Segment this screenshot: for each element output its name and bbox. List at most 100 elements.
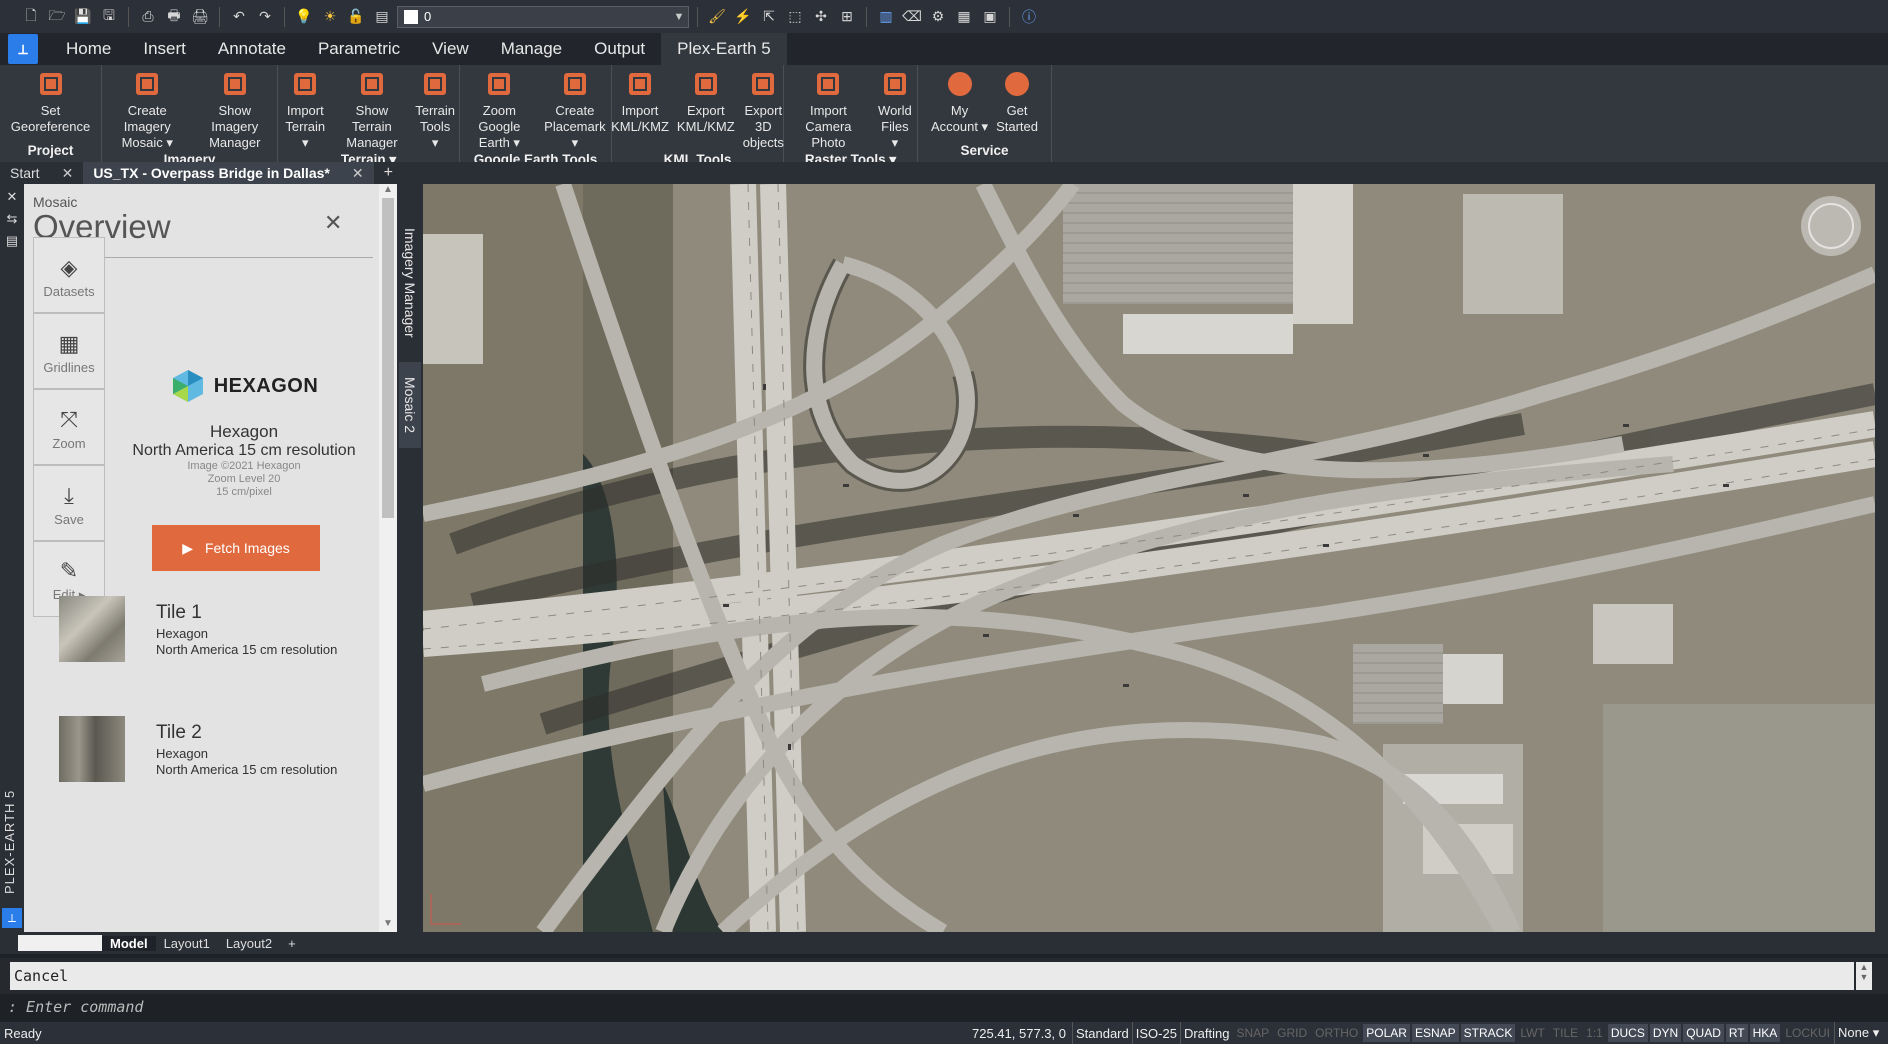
tab-annotate[interactable]: Annotate xyxy=(202,33,302,65)
status-toggle-ducs[interactable]: DUCS xyxy=(1607,1024,1648,1042)
status-toggle-tile[interactable]: TILE xyxy=(1550,1024,1581,1042)
ribbon-button[interactable]: Set Georeference xyxy=(7,69,95,142)
settings-icon[interactable]: ⚙ xyxy=(927,6,949,28)
panel-close-button[interactable]: ✕ xyxy=(324,210,342,236)
tab-model[interactable]: Model xyxy=(102,935,156,951)
tab-active-drawing[interactable]: US_TX - Overpass Bridge in Dallas* ✕ xyxy=(83,162,374,184)
ribbon-button[interactable]: Show Imagery Manager xyxy=(193,69,278,151)
status-toggle-strack[interactable]: STRACK xyxy=(1460,1024,1516,1042)
layer-dropdown[interactable]: 0 ▼ xyxy=(397,5,689,28)
save-as-icon[interactable]: 🖫 xyxy=(98,6,120,28)
open-file-icon[interactable]: 🗁 xyxy=(46,6,68,28)
tab-view[interactable]: View xyxy=(416,33,485,65)
ribbon-button[interactable]: Import Camera Photo xyxy=(784,69,873,151)
status-toggle-11[interactable]: 1:1 xyxy=(1583,1024,1606,1042)
status-dim-style[interactable]: ISO-25 xyxy=(1131,1022,1180,1044)
properties-icon[interactable]: ▤ xyxy=(2,232,22,250)
plot-icon[interactable]: 🖨 xyxy=(189,6,211,28)
autohide-icon[interactable]: ⇆ xyxy=(2,210,22,228)
drawing-canvas-aerial-image[interactable] xyxy=(423,184,1875,932)
tab-parametric[interactable]: Parametric xyxy=(302,33,416,65)
tab-output[interactable]: Output xyxy=(578,33,661,65)
bulb-icon[interactable]: 💡 xyxy=(293,6,315,28)
status-text-style[interactable]: Standard xyxy=(1071,1022,1132,1044)
lock-layer-icon[interactable]: 🔓 xyxy=(345,6,367,28)
quick-select-icon[interactable]: ⬚ xyxy=(784,6,806,28)
close-icon[interactable]: ✕ xyxy=(62,165,74,182)
tool-datasets[interactable]: ◈ Datasets xyxy=(33,237,105,313)
ribbon-button[interactable]: Zoom Google Earth ▾ xyxy=(460,69,539,151)
plex-earth-logo-icon[interactable]: ⟂ xyxy=(2,908,22,928)
calculator-icon[interactable]: ▦ xyxy=(953,6,975,28)
add-layout-button[interactable]: + xyxy=(280,936,304,951)
redo-icon[interactable]: ↷ xyxy=(254,6,276,28)
ribbon-button[interactable]: My Account ▾ xyxy=(927,69,992,142)
scroll-down-icon[interactable]: ▼ xyxy=(379,918,397,932)
tool-zoom[interactable]: ⤧ Zoom xyxy=(33,389,105,465)
ribbon-button[interactable]: World Files ▾ xyxy=(873,69,917,151)
sun-icon[interactable]: ☀ xyxy=(319,6,341,28)
status-toggle-rt[interactable]: RT xyxy=(1725,1024,1748,1042)
save-icon[interactable]: 💾 xyxy=(72,6,94,28)
ribbon-button[interactable]: Import Terrain ▾ xyxy=(278,69,333,151)
ribbon-button[interactable]: Export 3D objects xyxy=(739,69,788,151)
tab-home[interactable]: Home xyxy=(50,33,127,65)
eraser-icon[interactable]: ⌫ xyxy=(901,6,923,28)
status-workspace[interactable]: Drafting xyxy=(1179,1022,1233,1044)
status-toggle-grid[interactable]: GRID xyxy=(1274,1024,1310,1042)
canvas-vertical-scrollbar[interactable] xyxy=(1875,184,1888,932)
status-toggle-dyn[interactable]: DYN xyxy=(1649,1024,1682,1042)
ribbon-button[interactable]: Terrain Tools ▾ xyxy=(411,69,459,151)
status-annotation-scale[interactable]: None ▾ xyxy=(1834,1022,1882,1044)
tab-insert[interactable]: Insert xyxy=(127,33,202,65)
print-layer-icon[interactable]: ▤ xyxy=(371,6,393,28)
ribbon-group-label[interactable]: Service xyxy=(918,142,1051,162)
tab-layout2[interactable]: Layout2 xyxy=(218,936,280,951)
status-toggle-polar[interactable]: POLAR xyxy=(1363,1024,1410,1042)
ribbon-button[interactable]: Show Terrain Manager xyxy=(333,69,412,151)
filter-select-icon[interactable]: ✣ xyxy=(810,6,832,28)
status-toggle-lwt[interactable]: LWT xyxy=(1517,1024,1547,1042)
print-preview-icon[interactable]: ⎙ xyxy=(137,6,159,28)
help-icon[interactable]: ⓘ xyxy=(1018,6,1040,28)
tab-start[interactable]: Start ✕ xyxy=(0,162,83,184)
panel-scrollbar[interactable]: ▲ ▼ xyxy=(379,184,397,932)
fetch-images-button[interactable]: ▶ Fetch Images xyxy=(152,525,320,571)
tab-imagery-manager[interactable]: Imagery Manager xyxy=(399,208,421,358)
status-toggle-lockui[interactable]: LOCKUI xyxy=(1782,1024,1833,1042)
print-icon[interactable]: 🖶 xyxy=(163,6,185,28)
close-icon[interactable]: ✕ xyxy=(2,188,22,206)
ribbon-button[interactable]: Get Started xyxy=(992,69,1042,142)
status-toggle-esnap[interactable]: ESNAP xyxy=(1411,1024,1459,1042)
pick-tool-icon[interactable]: ⚡ xyxy=(732,6,754,28)
tab-mosaic-2[interactable]: Mosaic 2 xyxy=(399,362,421,448)
status-toggle-quad[interactable]: QUAD xyxy=(1683,1024,1724,1042)
tool-save[interactable]: ⤓ Save xyxy=(33,465,105,541)
panel-icon[interactable]: ▥ xyxy=(875,6,897,28)
tile-item[interactable]: Tile 2 Hexagon North America 15 cm resol… xyxy=(59,716,379,786)
scroll-up-icon[interactable]: ▲ xyxy=(379,184,397,198)
match-properties-icon[interactable]: 🖌 xyxy=(706,6,728,28)
ribbon-group-label[interactable]: Project xyxy=(0,142,101,162)
status-toggle-ortho[interactable]: ORTHO xyxy=(1312,1024,1361,1042)
tile-item[interactable]: Tile 1 Hexagon North America 15 cm resol… xyxy=(59,596,379,666)
select-similar-icon[interactable]: ⇱ xyxy=(758,6,780,28)
close-icon[interactable]: ✕ xyxy=(352,165,364,182)
select-all-icon[interactable]: ⊞ xyxy=(836,6,858,28)
status-toggle-hka[interactable]: HKA xyxy=(1749,1024,1781,1042)
tab-manage[interactable]: Manage xyxy=(485,33,578,65)
ribbon-button[interactable]: Create Imagery Mosaic ▾ xyxy=(102,69,193,151)
app-menu-button[interactable]: ⟂ xyxy=(8,34,38,64)
ribbon-button[interactable]: Export KML/KMZ xyxy=(673,69,739,151)
new-file-icon[interactable]: 🗋 xyxy=(20,6,42,28)
tab-plex-earth-5[interactable]: Plex-Earth 5 xyxy=(661,33,787,65)
command-input[interactable]: : Enter command xyxy=(0,994,1888,1020)
ribbon-button[interactable]: Create Placemark ▾ xyxy=(539,69,611,151)
status-toggle-snap[interactable]: SNAP xyxy=(1233,1024,1272,1042)
tool-gridlines[interactable]: ▦ Gridlines xyxy=(33,313,105,389)
add-tab-button[interactable]: + xyxy=(374,164,403,182)
tab-layout1[interactable]: Layout1 xyxy=(156,936,218,951)
scrollbar-thumb[interactable] xyxy=(382,198,394,518)
image-icon[interactable]: ▣ xyxy=(979,6,1001,28)
ribbon-button[interactable]: Import KML/KMZ xyxy=(607,69,673,151)
